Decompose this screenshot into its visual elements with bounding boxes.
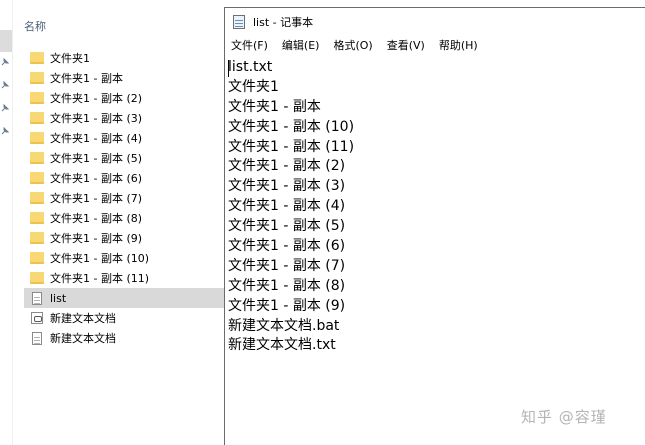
folder-icon (30, 212, 44, 224)
text-line: 文件夹1 - 副本 (228, 98, 321, 115)
text-line: 新建文本文档.txt (228, 337, 336, 354)
file-name: 文件夹1 - 副本 (50, 72, 123, 85)
folder-icon (30, 272, 44, 284)
pin-icon (1, 127, 9, 135)
file-row-selected[interactable]: list (24, 288, 224, 308)
window-title: list - 记事本 (253, 16, 314, 29)
text-line: 文件夹1 - 副本 (10) (228, 118, 355, 135)
notepad-window: list - 记事本 文件(F) 编辑(E) 格式(O) 查看(V) 帮助(H)… (224, 7, 645, 445)
file-row[interactable]: 文件夹1 - 副本 (6) (24, 168, 224, 188)
text-line: 文件夹1 - 副本 (6) (228, 238, 346, 255)
file-row[interactable]: 文件夹1 - 副本 (8) (24, 208, 224, 228)
desktop-screenshot: 名称 文件夹1 文件夹1 - 副本 文件夹1 - 副本 (2) 文件夹1 - 副… (0, 0, 645, 445)
file-row[interactable]: 新建文本文档 (24, 328, 224, 348)
watermark: 知乎 @容瑾 (521, 408, 607, 426)
folder-icon (30, 252, 44, 264)
menu-edit[interactable]: 编辑(E) (276, 36, 326, 56)
pin-icon (1, 81, 9, 89)
navigation-pane (0, 0, 13, 445)
file-name: 文件夹1 - 副本 (10) (50, 252, 150, 265)
text-line: 文件夹1 - 副本 (7) (228, 257, 346, 274)
file-explorer-window: 名称 文件夹1 文件夹1 - 副本 文件夹1 - 副本 (2) 文件夹1 - 副… (0, 0, 224, 445)
text-file-icon (32, 331, 42, 345)
folder-icon (30, 172, 44, 184)
file-name: 文件夹1 - 副本 (5) (50, 152, 143, 165)
menu-help[interactable]: 帮助(H) (433, 36, 484, 56)
file-row[interactable]: 文件夹1 - 副本 (5) (24, 148, 224, 168)
pin-icon (1, 104, 9, 112)
folder-icon (30, 92, 44, 104)
file-list: 文件夹1 文件夹1 - 副本 文件夹1 - 副本 (2) 文件夹1 - 副本 (… (24, 48, 224, 348)
file-name: 文件夹1 - 副本 (9) (50, 232, 143, 245)
text-line: 文件夹1 - 副本 (4) (228, 198, 346, 215)
file-name: 文件夹1 - 副本 (2) (50, 92, 143, 105)
file-row[interactable]: 文件夹1 - 副本 (3) (24, 108, 224, 128)
text-line: 文件夹1 (228, 78, 279, 95)
folder-icon (30, 232, 44, 244)
text-line: 文件夹1 - 副本 (5) (228, 218, 346, 235)
file-name: 文件夹1 (50, 52, 90, 65)
file-name: 新建文本文档 (50, 332, 116, 345)
name-column-header[interactable]: 名称 (24, 17, 224, 37)
file-row[interactable]: 文件夹1 (24, 48, 224, 68)
text-line: list.txt (228, 59, 273, 75)
folder-icon (30, 112, 44, 124)
file-name: 文件夹1 - 副本 (11) (50, 272, 150, 285)
menu-bar: 文件(F) 编辑(E) 格式(O) 查看(V) 帮助(H) (225, 36, 645, 56)
file-name: list (50, 291, 67, 305)
menu-view[interactable]: 查看(V) (381, 36, 431, 56)
text-line: 新建文本文档.bat (228, 317, 340, 334)
file-name: 文件夹1 - 副本 (6) (50, 172, 143, 185)
text-edit-area[interactable]: list.txt 文件夹1 文件夹1 - 副本 文件夹1 - 副本 (10) 文… (225, 56, 645, 445)
menu-file[interactable]: 文件(F) (225, 36, 274, 56)
menu-format[interactable]: 格式(O) (327, 36, 378, 56)
text-line: 文件夹1 - 副本 (2) (228, 158, 346, 175)
text-line: 文件夹1 - 副本 (9) (228, 297, 346, 314)
file-row[interactable]: 文件夹1 - 副本 (7) (24, 188, 224, 208)
folder-icon (30, 192, 44, 204)
file-row[interactable]: 文件夹1 - 副本 (9) (24, 228, 224, 248)
file-row[interactable]: 文件夹1 - 副本 (2) (24, 88, 224, 108)
file-row[interactable]: 文件夹1 - 副本 (24, 68, 224, 88)
file-row[interactable]: 文件夹1 - 副本 (4) (24, 128, 224, 148)
file-row[interactable]: 文件夹1 - 副本 (10) (24, 248, 224, 268)
folder-icon (30, 52, 44, 64)
text-line: 文件夹1 - 副本 (11) (228, 138, 355, 155)
title-bar[interactable]: list - 记事本 (225, 8, 645, 36)
folder-icon (30, 132, 44, 144)
file-name: 文件夹1 - 副本 (3) (50, 112, 143, 125)
navigation-selected-item[interactable] (0, 30, 12, 52)
notepad-icon (233, 15, 245, 29)
text-content: list.txt 文件夹1 文件夹1 - 副本 文件夹1 - 副本 (10) 文… (228, 57, 354, 355)
text-file-icon (32, 291, 42, 305)
file-name: 文件夹1 - 副本 (7) (50, 192, 143, 205)
file-name: 文件夹1 - 副本 (8) (50, 212, 143, 225)
text-line: 文件夹1 - 副本 (3) (228, 178, 346, 195)
pin-icon (1, 58, 9, 66)
batch-file-icon (31, 312, 43, 324)
file-row[interactable]: 新建文本文档 (24, 308, 224, 328)
file-name: 文件夹1 - 副本 (4) (50, 132, 143, 145)
folder-icon (30, 72, 44, 84)
folder-icon (30, 152, 44, 164)
text-line: 文件夹1 - 副本 (8) (228, 277, 346, 294)
file-row[interactable]: 文件夹1 - 副本 (11) (24, 268, 224, 288)
file-name: 新建文本文档 (50, 312, 116, 325)
